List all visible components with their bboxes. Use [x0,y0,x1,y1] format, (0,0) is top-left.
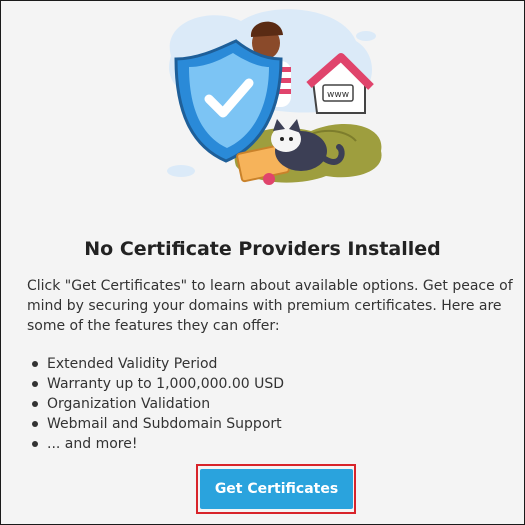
feature-label: Warranty up to 1,000,000.00 USD [47,376,285,392]
feature-list: Extended Validity Period Warranty up to … [27,354,497,454]
certificates-empty-panel: www No Certificate Providers Installed C… [0,0,525,525]
feature-item: Webmail and Subdomain Support [27,414,497,434]
feature-item: Organization Validation [27,394,497,414]
bullet-icon [32,421,38,427]
feature-item: ... and more! [27,434,497,454]
feature-label: Webmail and Subdomain Support [47,416,282,432]
bullet-icon [32,361,38,367]
page-title: No Certificate Providers Installed [84,238,441,260]
certificate-shield-illustration: www [141,1,391,201]
www-badge-text: www [327,90,349,100]
get-certificates-button[interactable]: Get Certificates [200,469,353,509]
bullet-icon [32,401,38,407]
bullet-icon [32,441,38,447]
feature-label: Organization Validation [47,396,211,412]
feature-item: Warranty up to 1,000,000.00 USD [27,374,497,394]
bullet-icon [32,381,38,387]
feature-item: Extended Validity Period [27,354,497,374]
feature-label: ... and more! [47,436,138,452]
illustration-svg: www [167,9,382,185]
empty-state-description: Click "Get Certificates" to learn about … [27,278,513,334]
feature-label: Extended Validity Period [47,356,218,372]
